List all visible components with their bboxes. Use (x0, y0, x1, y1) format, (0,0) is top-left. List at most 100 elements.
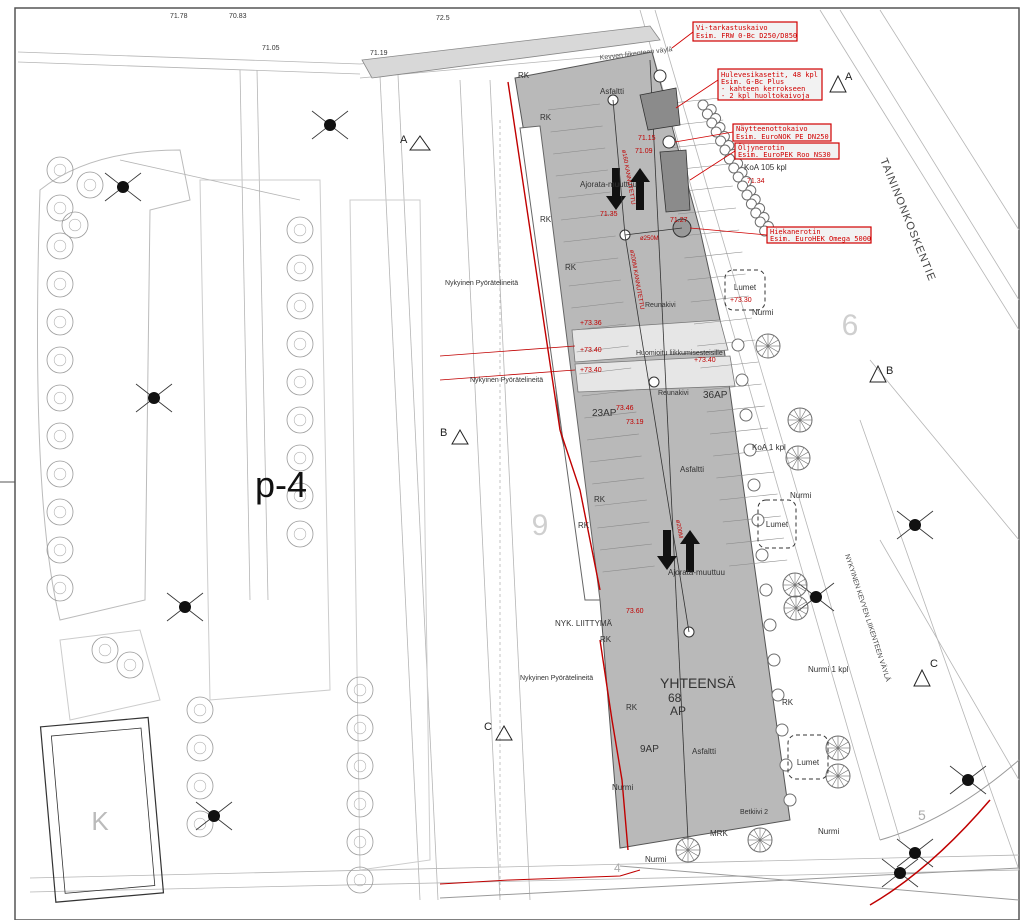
elevation-label: 73.60 (626, 608, 644, 615)
bottom-left-number: 4 (614, 861, 621, 875)
elevation-label: +73.40 (580, 367, 602, 374)
snow-label-1: Lumet (734, 283, 757, 292)
section-marker-a1: A (400, 134, 408, 146)
deciduous-tree (825, 763, 851, 789)
asphalt-label-2: Asfaltti (680, 465, 704, 474)
rk-label-5: RK (594, 495, 606, 504)
snow-label-3: Lumet (797, 758, 820, 767)
block-label: p-4 (255, 464, 307, 505)
elevation-label: 71.05 (262, 45, 280, 52)
curb-label-2: Reunakivi (658, 390, 689, 397)
elevation-label: 73.46 (616, 405, 634, 412)
elevation-label: +73.40 (580, 347, 602, 354)
shrub (767, 653, 781, 667)
elevation-label: 70.83 (229, 13, 247, 20)
elevation-label: 71.09 (635, 148, 653, 155)
deciduous-tree (675, 837, 701, 863)
total-label: YHTEENSÄ (660, 675, 736, 691)
mrk-label: MRK (710, 829, 728, 838)
svg-text:- 2 kpl huoltokaivoja: - 2 kpl huoltokaivoja (721, 92, 810, 100)
callout-sand-separator: Hiekanerotin Esim. EuroHEK Omega 5000 (766, 226, 872, 244)
svg-text:Esim. EuroPEK Roo NS30: Esim. EuroPEK Roo NS30 (738, 151, 831, 159)
section-marker-b2: B (886, 365, 893, 377)
shrub (755, 548, 769, 562)
shrub (763, 618, 777, 632)
koa-105-label: KoA 105 kpl (744, 163, 787, 172)
parking-count-2: 36AP (703, 390, 728, 401)
elevation-label: 72.5 (436, 15, 450, 22)
side-area-number: 6 (842, 309, 859, 342)
shrub (735, 373, 749, 387)
section-marker-b1: B (440, 427, 447, 439)
parking-count-3: 9AP (640, 744, 659, 755)
shrub (775, 723, 789, 737)
nurmi-kpl-label: Nurmi 1 kpl (808, 665, 849, 674)
rk-label-2: RK (540, 113, 552, 122)
svg-text:Vi-tarkastuskaivo: Vi-tarkastuskaivo (696, 24, 768, 32)
bike-parking-label-2: Nykyinen Pyörätelineitä (470, 377, 543, 384)
elevation-label: 71.78 (170, 13, 188, 20)
rk-label-3: RK (540, 215, 552, 224)
rk-label-6: RK (578, 521, 590, 530)
snow-label-2: Lumet (766, 520, 789, 529)
asphalt-label-1: Asfaltti (600, 87, 624, 96)
lawn-label-5: Nurmi (612, 783, 634, 792)
bike-parking-label-1: Nykyinen Pyörätelineitä (445, 280, 518, 287)
lawn-label-4: Nurmi (645, 855, 667, 864)
section-marker-a2: A (845, 71, 853, 83)
deciduous-tree (783, 595, 809, 621)
elevation-label: 71.15 (638, 135, 656, 142)
elevation-label: +73.30 (730, 297, 752, 304)
rk-label-9: RK (782, 698, 794, 707)
callout-inspection-well: Vi-tarkastuskaivo Esim. FRW 0-Bc D250/D8… (692, 21, 798, 42)
deciduous-tree (755, 333, 781, 359)
shrub (747, 478, 761, 492)
lawn-label-3: Nurmi (818, 827, 840, 836)
shrub (783, 793, 797, 807)
parking-count-1: 23AP (592, 408, 617, 419)
lawn-label-1: Nurmi (752, 308, 774, 317)
total-ap-unit: AP (670, 704, 686, 718)
deciduous-tree (747, 827, 773, 853)
shrub (731, 338, 745, 352)
rk-label-7: RK (600, 635, 612, 644)
driving-lane-label-2: Ajorata-muuttuu (668, 568, 725, 577)
callout-sampling-well: Näytteenottokaivo Esim. EuroNOK PE DN250 (732, 123, 832, 142)
deciduous-tree (785, 445, 811, 471)
shrub (759, 583, 773, 597)
lawn-label-2: Nurmi (790, 491, 812, 500)
shrub (779, 758, 793, 772)
elevation-label: 71.35 (600, 211, 618, 218)
bottom-right-number: 5 (918, 807, 926, 823)
rk-label-8: RK (626, 703, 638, 712)
deciduous-tree (787, 407, 813, 433)
svg-text:Esim. EuroHEK Omega 5000: Esim. EuroHEK Omega 5000 (770, 235, 871, 243)
site-plan-drawing: K Kevyen liikenteen väylä Lumet Lumet Lu… (0, 7, 1020, 920)
elevation-label: +73.36 (580, 320, 602, 327)
elevation-label: 71.34 (747, 178, 765, 185)
bench-label: Betkiivi 2 (740, 809, 768, 816)
rk-label-4: RK (565, 263, 577, 272)
deciduous-tree (825, 735, 851, 761)
shrub (739, 408, 753, 422)
elevation-label: 73.19 (626, 419, 644, 426)
elevation-label: +73.40 (694, 357, 716, 364)
svg-text:Esim. FRW 0-Bc D250/D850: Esim. FRW 0-Bc D250/D850 (696, 32, 797, 40)
callout-oil-separator: Öljynerotin Esim. EuroPEK Roo NS30 (734, 142, 840, 160)
building-letter: K (91, 806, 109, 836)
rk-label-1: RK (518, 71, 530, 80)
asphalt-label-3: Asfaltti (692, 747, 716, 756)
section-marker-c2: C (930, 658, 938, 670)
elevation-label: 71.19 (370, 50, 388, 57)
elevation-label: 71.27 (670, 217, 688, 224)
deciduous-tree (782, 572, 808, 598)
total-ap: 68 (668, 691, 682, 705)
section-marker-c1: C (484, 721, 492, 733)
pipe-label-3: ø250M (640, 236, 659, 242)
bike-parking-label-3: Nykyinen Pyörätelineitä (520, 675, 593, 682)
existing-connection-label: NYK. LIITTYMÄ (555, 619, 613, 628)
block-number: 9 (532, 509, 549, 542)
koa-1-label: KoA 1 kpl (752, 443, 786, 452)
disabled-spot-label: Huomioitu liikkumisesteisille (636, 350, 723, 357)
callout-stormwater-cassettes: Hulevesikasetit, 48 kpl Esim. G-Bc Plus … (717, 68, 823, 101)
